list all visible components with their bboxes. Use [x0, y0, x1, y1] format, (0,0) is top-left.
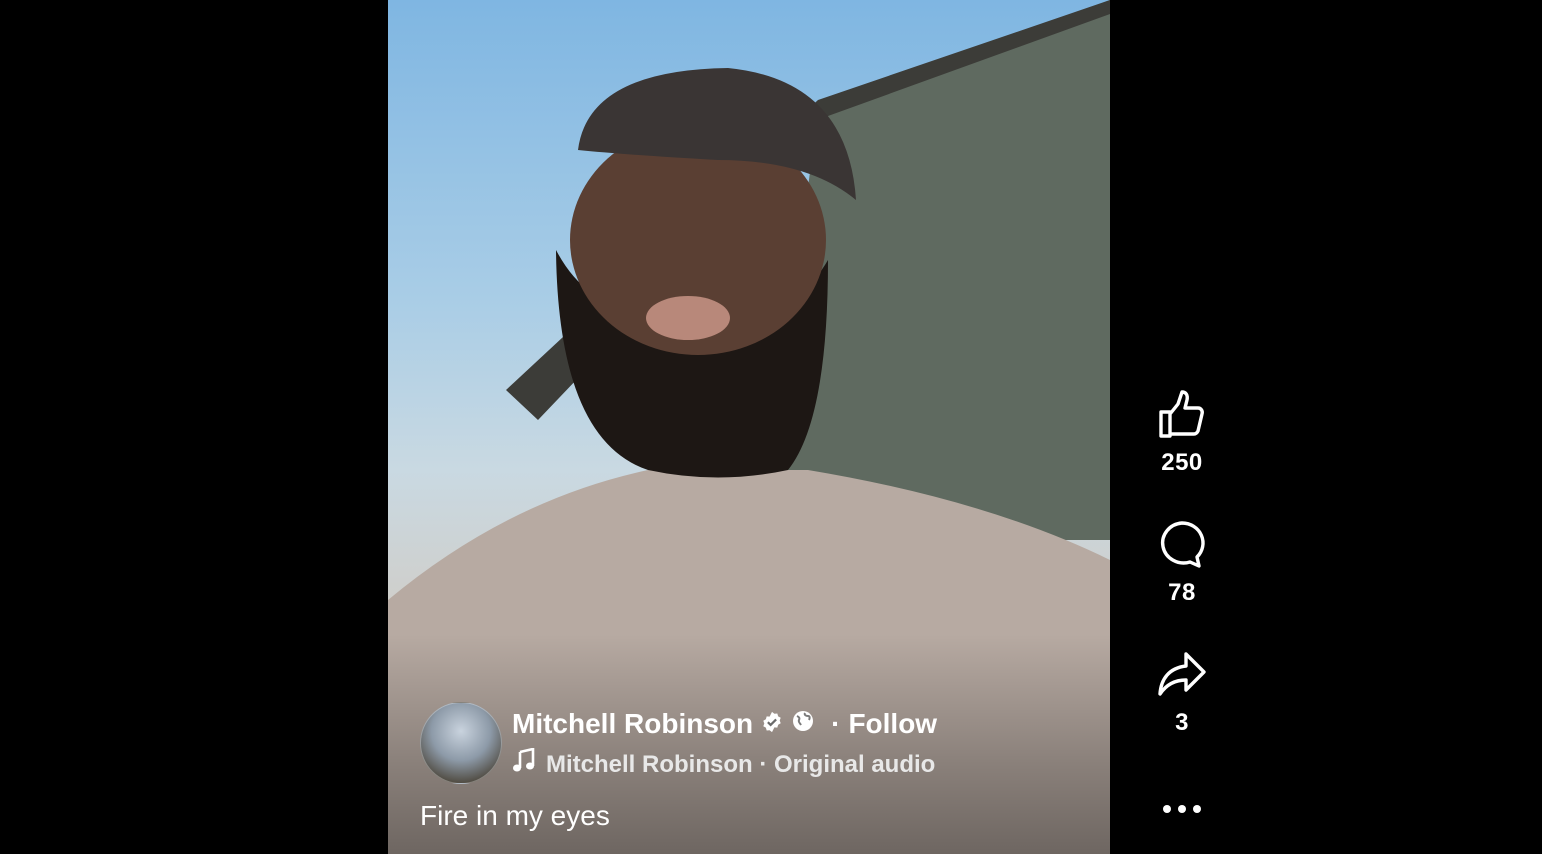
follow-separator: ·: [831, 708, 841, 739]
like-button[interactable]: 250: [1136, 390, 1228, 520]
thumbs-up-icon: [1157, 390, 1207, 445]
follow-button[interactable]: Follow: [848, 708, 937, 740]
author-text: Mitchell Robinson · Follow Mitchell Robi…: [512, 702, 937, 781]
share-count: 3: [1175, 709, 1189, 736]
audio-label: Mitchell Robinson · Original audio: [546, 750, 936, 778]
music-note-icon: [512, 747, 536, 781]
author-block: Mitchell Robinson · Follow Mitchell Robi…: [420, 702, 937, 784]
author-name-row: Mitchell Robinson · Follow: [512, 702, 937, 746]
audio-row[interactable]: Mitchell Robinson · Original audio: [512, 747, 937, 781]
post-caption: Fire in my eyes: [420, 800, 610, 831]
share-button[interactable]: 3: [1136, 650, 1228, 780]
comment-button[interactable]: 78: [1136, 520, 1228, 650]
author-name[interactable]: Mitchell Robinson: [512, 708, 753, 740]
comment-count: 78: [1168, 579, 1196, 606]
video-player[interactable]: Mitchell Robinson · Follow Mitchell Robi…: [388, 0, 1110, 854]
more-dots-icon[interactable]: [1160, 794, 1204, 824]
mouth: [646, 296, 730, 340]
verified-badge-icon: [761, 708, 783, 740]
comment-bubble-icon: [1157, 520, 1207, 575]
like-count: 250: [1161, 449, 1203, 476]
globe-icon: [791, 708, 815, 740]
action-rail: 250 78 3: [1136, 390, 1228, 780]
author-avatar[interactable]: [420, 702, 502, 784]
share-arrow-icon: [1157, 650, 1207, 705]
